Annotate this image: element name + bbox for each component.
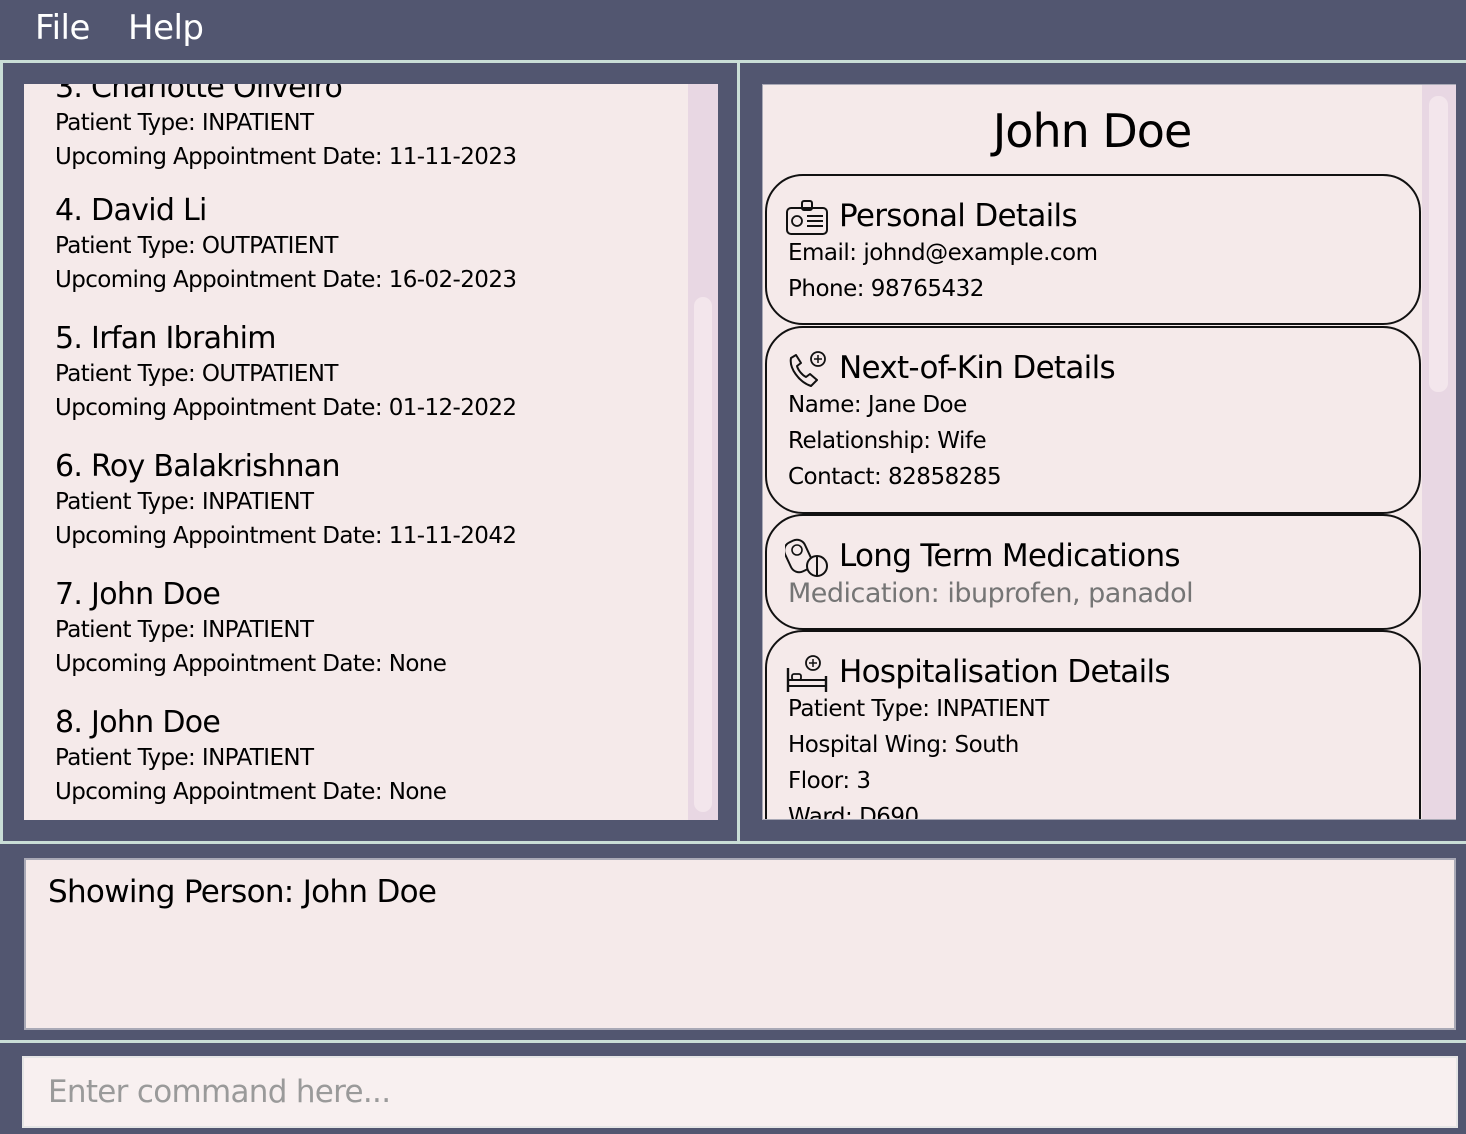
list-item[interactable]: 3. Charlotte Oliveiro Patient Type: INPA… (55, 84, 517, 174)
patient-name: 4. David Li (55, 193, 207, 228)
patient-appointment: Upcoming Appointment Date: None (55, 779, 447, 805)
patient-appointment: Upcoming Appointment Date: None (55, 651, 447, 677)
result-display: Showing Person: John Doe (24, 858, 1456, 1030)
list-item[interactable]: 7. John Doe Patient Type: INPATIENT Upco… (55, 577, 447, 681)
divider (0, 60, 3, 844)
patient-type: Patient Type: INPATIENT (55, 745, 314, 771)
personal-details-card: Personal Details Email: johnd@example.co… (765, 174, 1421, 325)
divider (737, 60, 740, 844)
card-title: Next-of-Kin Details (839, 350, 1116, 386)
card-title: Hospitalisation Details (839, 654, 1171, 690)
list-item[interactable]: 6. Roy Balakrishnan Patient Type: INPATI… (55, 449, 517, 553)
patient-name: 5. Irfan Ibrahim (55, 321, 277, 356)
menu-file[interactable]: File (35, 8, 90, 48)
patient-type: Patient Type: OUTPATIENT (55, 233, 338, 259)
card-title: Long Term Medications (839, 538, 1181, 574)
list-item[interactable]: 8. John Doe Patient Type: INPATIENT Upco… (55, 705, 447, 809)
medication-value: Medication: ibuprofen, panadol (788, 578, 1194, 609)
hosp-patient-type: Patient Type: INPATIENT (788, 696, 1049, 722)
hosp-floor: Floor: 3 (788, 768, 871, 794)
patient-appointment: Upcoming Appointment Date: 16-02-2023 (55, 267, 517, 293)
card-title: Personal Details (839, 198, 1078, 234)
patient-appointment: Upcoming Appointment Date: 01-12-2022 (55, 395, 517, 421)
patient-appointment: Upcoming Appointment Date: 11-11-2042 (55, 523, 517, 549)
hosp-wing: Hospital Wing: South (788, 732, 1019, 758)
menu-bar: File Help (0, 0, 1466, 60)
list-scrollbar-thumb[interactable] (694, 297, 712, 812)
hosp-ward: Ward: D690 (788, 804, 919, 819)
patient-type: Patient Type: INPATIENT (55, 110, 314, 136)
nok-name: Name: Jane Doe (788, 392, 967, 418)
nok-contact: Contact: 82858285 (788, 464, 1002, 490)
command-box (22, 1056, 1458, 1128)
patient-type: Patient Type: OUTPATIENT (55, 361, 338, 387)
id-card-icon (786, 200, 828, 235)
divider (0, 60, 1466, 63)
patient-name: 7. John Doe (55, 577, 221, 612)
divider (0, 1040, 1466, 1043)
patient-type: Patient Type: INPATIENT (55, 489, 314, 515)
hospitalisation-clip: Hospitalisation Details Patient Type: IN… (762, 629, 1422, 819)
list-item[interactable]: 4. David Li Patient Type: OUTPATIENT Upc… (55, 193, 517, 297)
patient-appointment: Upcoming Appointment Date: 11-11-2023 (55, 144, 517, 170)
nok-relationship: Relationship: Wife (788, 428, 987, 454)
patient-list[interactable]: 3. Charlotte Oliveiro Patient Type: INPA… (24, 84, 718, 820)
hospitalisation-card: Hospitalisation Details Patient Type: IN… (765, 630, 1421, 819)
email-value: Email: johnd@example.com (788, 240, 1098, 266)
phone-value: Phone: 98765432 (788, 276, 984, 302)
next-of-kin-card: Next-of-Kin Details Name: Jane Doe Relat… (765, 326, 1421, 514)
pills-icon (785, 538, 828, 577)
result-message: Showing Person: John Doe (48, 874, 437, 910)
list-item[interactable]: 5. Irfan Ibrahim Patient Type: OUTPATIEN… (55, 321, 517, 425)
patient-type: Patient Type: INPATIENT (55, 617, 314, 643)
hospital-bed-icon (786, 655, 828, 692)
phone-call-icon (789, 351, 826, 387)
menu-help[interactable]: Help (128, 8, 204, 48)
command-input[interactable] (24, 1058, 1456, 1126)
detail-patient-name: John Doe (992, 104, 1193, 158)
medications-card: Long Term Medications Medication: ibupro… (765, 514, 1421, 630)
patient-name: 8. John Doe (55, 705, 221, 740)
divider (0, 841, 1466, 844)
detail-scrollbar-thumb[interactable] (1429, 96, 1448, 392)
patient-name: 6. Roy Balakrishnan (55, 449, 340, 484)
patient-name: 3. Charlotte Oliveiro (55, 84, 343, 105)
